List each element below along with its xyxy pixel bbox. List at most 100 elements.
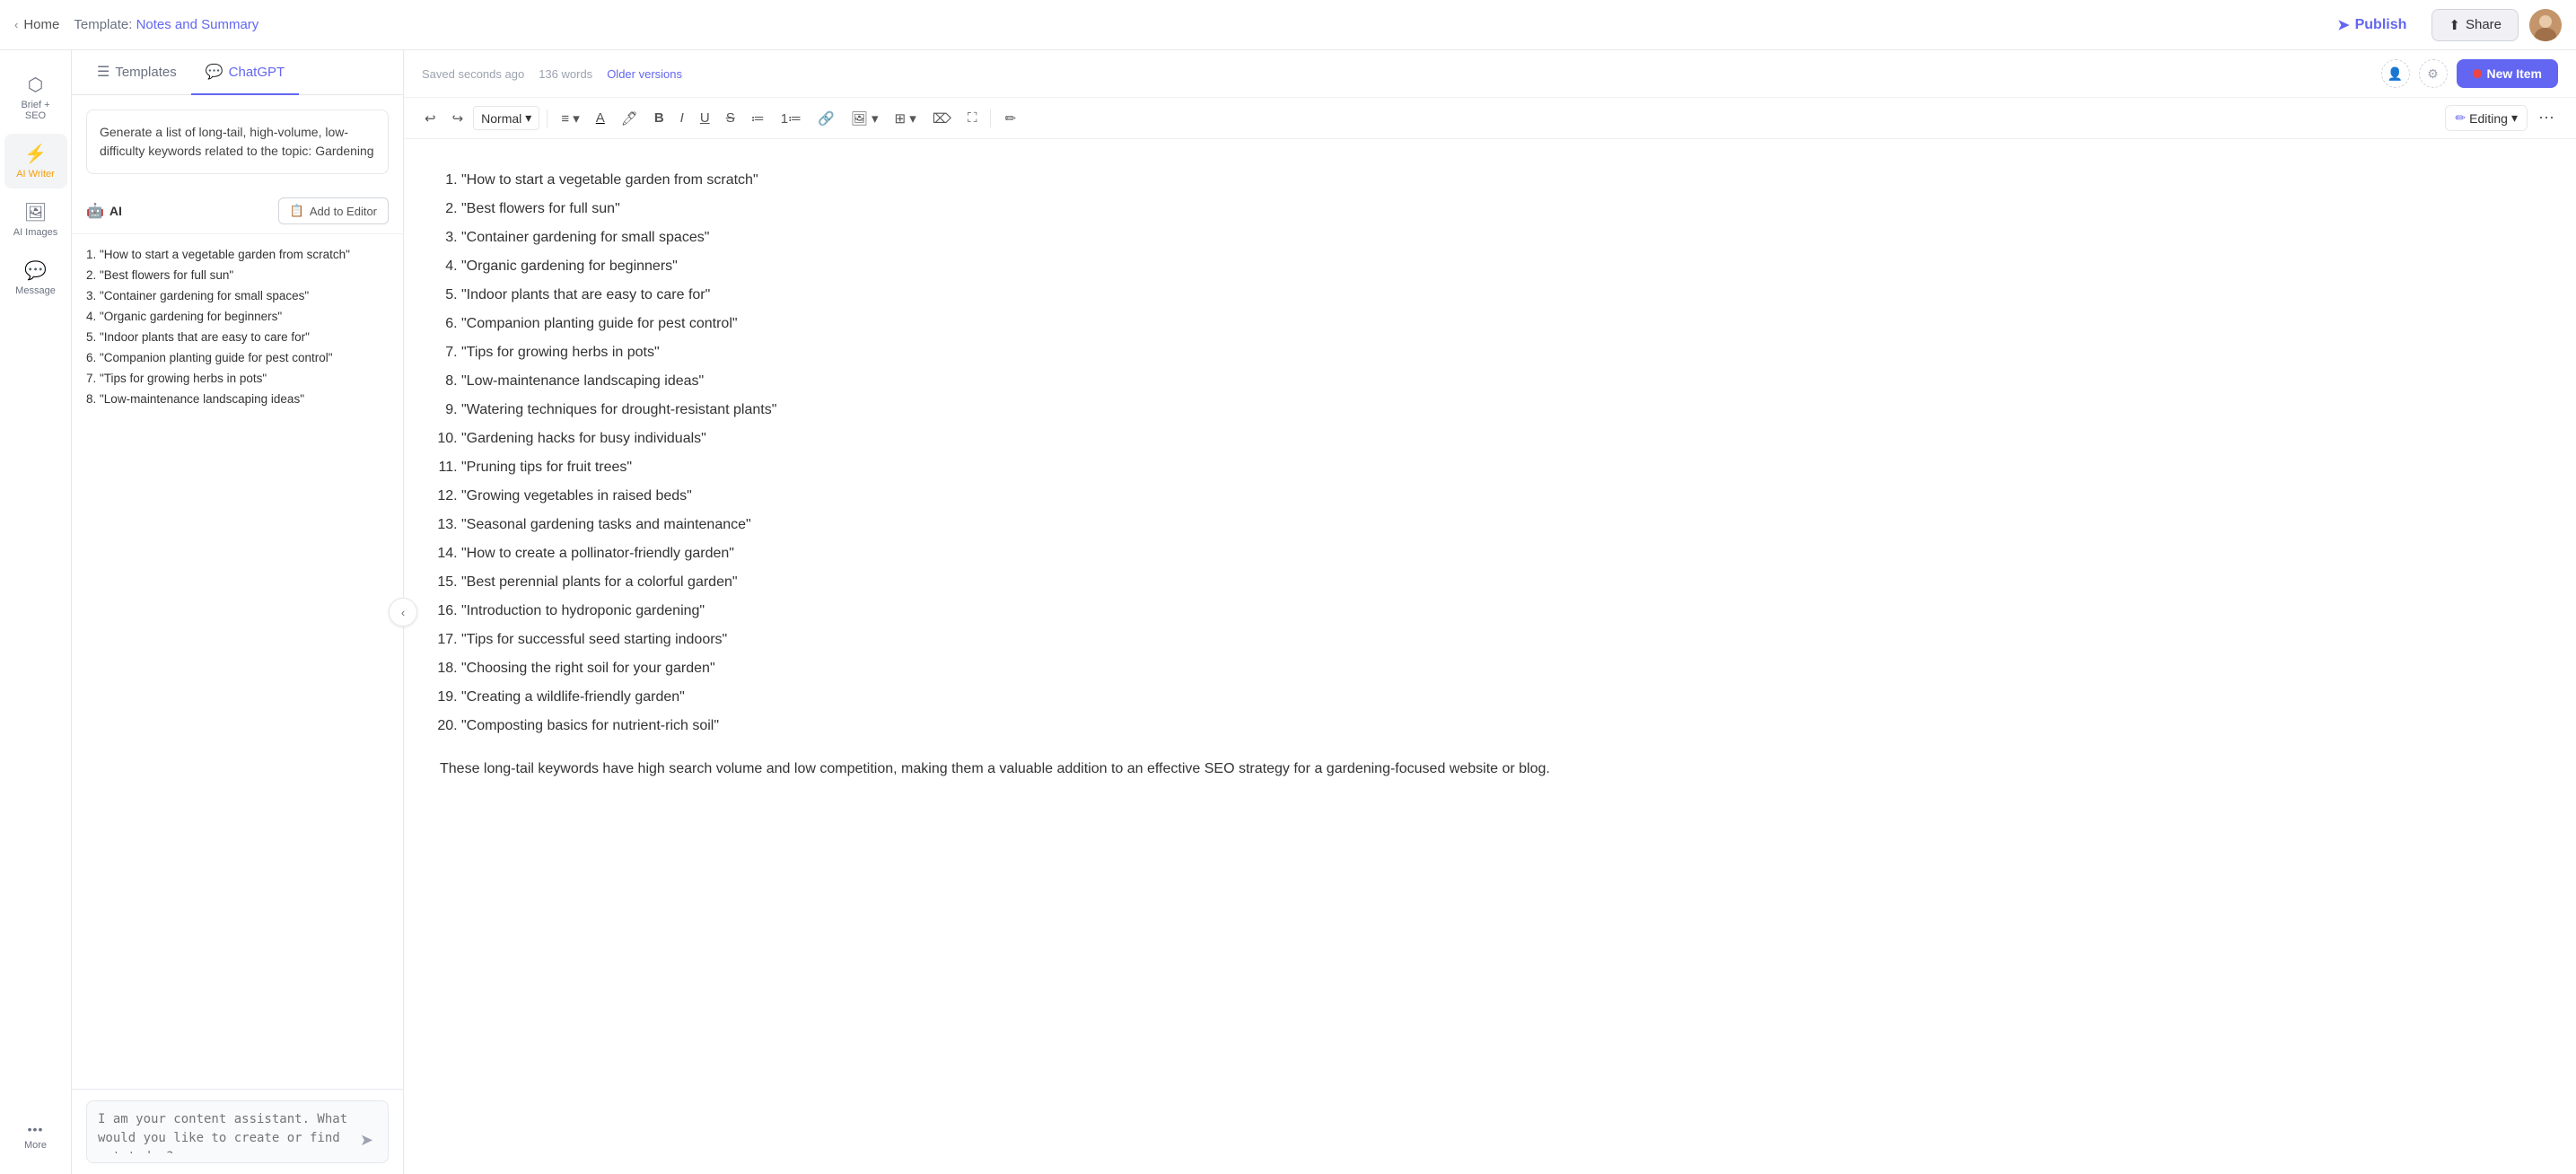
ordered-list-button[interactable]: 1≔ [775,106,808,131]
editor-toolbar: ↩ ↪ Normal ▾ ≡ ▾ A 🖊 B I U S ≔ 1≔ 🔗 🖼 ▾ … [404,98,2576,139]
text-color-button[interactable]: A [590,106,611,130]
ai-label-text: AI [110,204,122,218]
chat-input-box: ➤ [86,1100,389,1163]
ai-response-item: 6. "Companion planting guide for pest co… [86,348,389,369]
ai-response-item: 3. "Container gardening for small spaces… [86,286,389,307]
prompt-box: Generate a list of long-tail, high-volum… [86,110,389,174]
sidebar-message-label: Message [15,285,56,296]
editor-list-item: "Growing vegetables in raised beds" [461,484,2540,509]
align-button[interactable]: ≡ ▾ [555,106,585,131]
style-dropdown[interactable]: Normal ▾ [473,106,539,130]
fullscreen-button[interactable]: ⛶ [961,106,984,130]
ai-response-item: 4. "Organic gardening for beginners" [86,307,389,328]
meta-icon-settings[interactable]: ⚙ [2419,59,2448,88]
publish-label: Publish [2355,17,2407,33]
sidebar-item-more[interactable]: ••• More [4,1113,67,1160]
editor-list-item: "Seasonal gardening tasks and maintenanc… [461,513,2540,538]
editor-list-item: "How to create a pollinator-friendly gar… [461,541,2540,566]
edit-icon-button[interactable]: ✏ [998,106,1022,131]
ai-response-item: 7. "Tips for growing herbs in pots" [86,369,389,390]
editor-list-item: "Best perennial plants for a colorful ga… [461,570,2540,595]
clear-format-button[interactable]: ⌦ [926,106,958,131]
publish-button[interactable]: ➤ Publish [2323,9,2421,41]
editing-dropdown[interactable]: ✏ Editing ▾ [2445,105,2528,131]
sidebar-item-ai-writer[interactable]: ⚡ AI Writer [4,134,67,188]
strikethrough-button[interactable]: S [720,106,741,130]
editing-icon: ✏ [2455,110,2466,126]
bold-button[interactable]: B [648,106,670,130]
home-button[interactable]: ‹ Home [14,17,59,32]
style-dropdown-chevron: ▾ [525,110,531,126]
top-bar-right: ➤ Publish ⬆ Share [2323,9,2562,41]
editor-list-item: "Creating a wildlife-friendly garden" [461,685,2540,710]
panel: ☰ Templates 💬 ChatGPT Generate a list of… [72,50,404,1174]
table-button[interactable]: ⊞ ▾ [888,106,922,131]
ai-response-item: 8. "Low-maintenance landscaping ideas" [86,390,389,410]
add-to-editor-label: Add to Editor [310,205,377,218]
editor-list-item: "Watering techniques for drought-resista… [461,398,2540,423]
redo-button[interactable]: ↪ [446,106,470,131]
editor-list-item: "Composting basics for nutrient-rich soi… [461,714,2540,739]
sidebar-item-ai-images[interactable]: 🖼 AI Images [4,192,67,247]
editor-list-item: "Pruning tips for fruit trees" [461,455,2540,480]
chevron-left-icon: ‹ [401,606,405,619]
older-versions-link[interactable]: Older versions [607,67,682,81]
tab-chatgpt[interactable]: 💬 ChatGPT [191,50,299,95]
editor-list-item: "Choosing the right soil for your garden… [461,656,2540,681]
editor-area: Saved seconds ago 136 words Older versio… [404,50,2576,1174]
ai-label: 🤖 AI [86,202,122,220]
add-to-editor-button[interactable]: 📋 Add to Editor [278,197,389,224]
icon-sidebar: ⬡ Brief + SEO ⚡ AI Writer 🖼 AI Images 💬 … [0,50,72,1174]
editor-list-item: "Companion planting guide for pest contr… [461,311,2540,337]
tab-templates[interactable]: ☰ Templates [83,50,191,95]
ai-response-item: 1. "How to start a vegetable garden from… [86,245,389,266]
editor-list-item: "Organic gardening for beginners" [461,254,2540,279]
highlight-button[interactable]: 🖊 [615,106,644,131]
main-layout: ⬡ Brief + SEO ⚡ AI Writer 🖼 AI Images 💬 … [0,0,2576,1174]
sidebar-more-label: More [24,1140,47,1151]
templates-tab-icon: ☰ [97,63,110,81]
chevron-left-icon: ‹ [14,18,18,31]
ai-response-text: 1. "How to start a vegetable garden from… [72,234,403,421]
bullet-list-button[interactable]: ≔ [745,106,771,131]
ai-response-item: 2. "Best flowers for full sun" [86,266,389,286]
ai-response-item: 5. "Indoor plants that are easy to care … [86,328,389,348]
chat-input[interactable] [98,1110,356,1153]
italic-button[interactable]: I [674,106,690,130]
undo-button[interactable]: ↩ [418,106,442,131]
top-bar-left: ‹ Home Template: Notes and Summary [14,17,258,32]
saved-status: Saved seconds ago [422,67,524,81]
share-label: Share [2466,17,2502,32]
avatar[interactable] [2529,9,2562,41]
share-button[interactable]: ⬆ Share [2431,9,2519,41]
underline-button[interactable]: U [694,106,716,130]
toolbar-divider-2 [990,110,991,127]
brief-seo-icon: ⬡ [28,74,43,96]
panel-tabs: ☰ Templates 💬 ChatGPT [72,50,403,95]
send-icon: ➤ [360,1131,373,1149]
message-icon: 💬 [24,259,47,282]
sidebar-ai-images-label: AI Images [13,227,58,238]
sidebar-item-message[interactable]: 💬 Message [4,250,67,305]
image-button[interactable]: 🖼 ▾ [845,106,885,131]
editor-meta-bar: Saved seconds ago 136 words Older versio… [404,50,2576,98]
meta-icon-user[interactable]: 👤 [2381,59,2410,88]
ai-robot-icon: 🤖 [86,202,104,220]
new-item-button[interactable]: New Item [2457,59,2558,88]
top-bar: ‹ Home Template: Notes and Summary ➤ Pub… [0,0,2576,50]
chatgpt-tab-label: ChatGPT [229,65,285,80]
ai-images-icon: 🖼 [24,201,47,223]
editor-list: "How to start a vegetable garden from sc… [440,168,2540,739]
editor-content[interactable]: "How to start a vegetable garden from sc… [404,139,2576,1174]
word-count: 136 words [539,67,592,81]
more-toolbar-button[interactable]: ⋯ [2531,105,2562,131]
prompt-text: Generate a list of long-tail, high-volum… [100,125,374,158]
ai-response-area: 🤖 AI 📋 Add to Editor 1. "How to start a … [72,188,403,1089]
panel-collapse-handle[interactable]: ‹ [389,598,417,626]
breadcrumb-name: Notes and Summary [136,17,259,32]
sidebar-item-brief-seo[interactable]: ⬡ Brief + SEO [4,65,67,130]
sidebar-brief-seo-label: Brief + SEO [12,100,60,121]
send-button[interactable]: ➤ [356,1127,377,1153]
editing-chevron: ▾ [2511,110,2518,126]
link-button[interactable]: 🔗 [811,106,841,131]
